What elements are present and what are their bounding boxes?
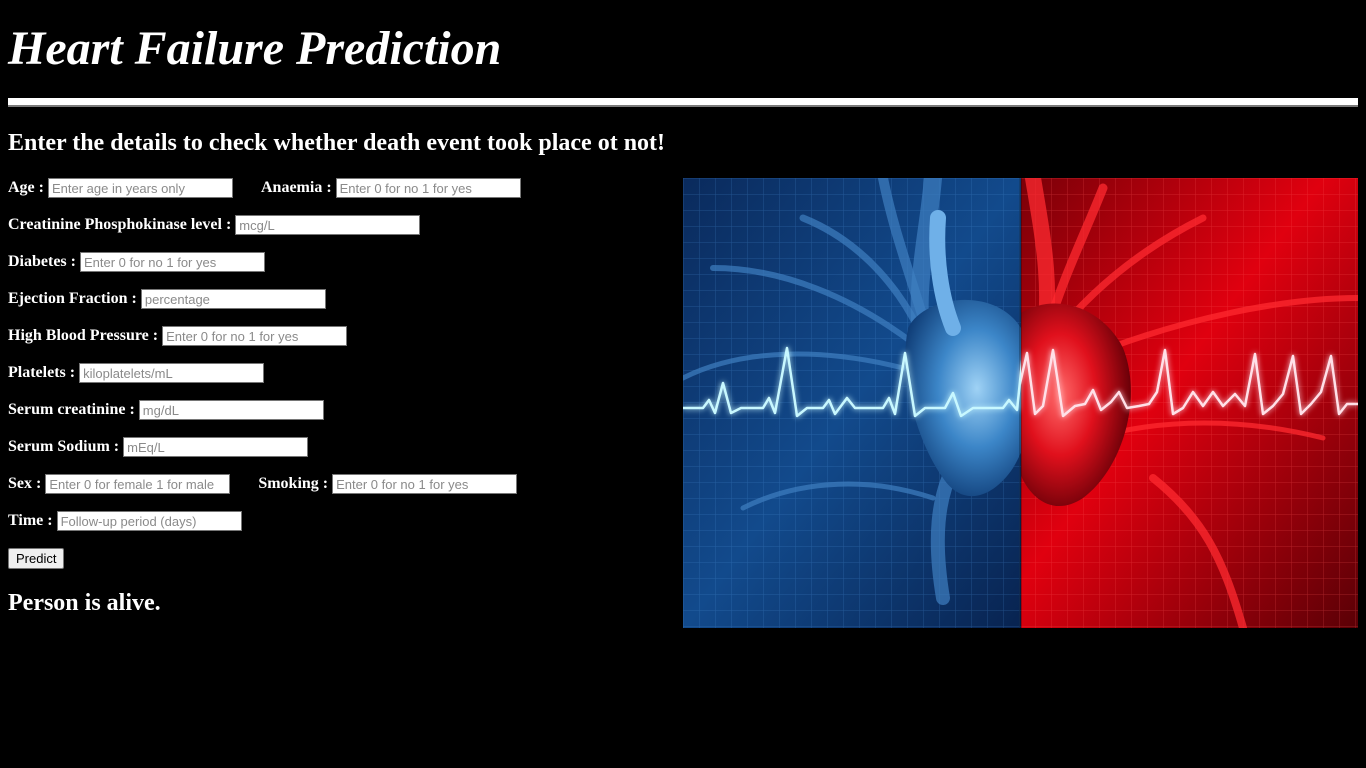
anaemia-input[interactable] [335, 178, 521, 198]
serum-creatinine-label: Serum creatinine : [8, 401, 135, 418]
page: Heart Failure Prediction Enter the detai… [0, 0, 1366, 768]
smoking-label: Smoking : [258, 475, 329, 492]
row-hbp: High Blood Pressure : [8, 325, 521, 347]
sex-input[interactable] [45, 474, 231, 494]
predict-button[interactable]: Predict [8, 547, 65, 569]
row-age-anaemia: Age : Anaemia : [8, 177, 521, 199]
sex-label: Sex : [8, 475, 42, 492]
page-subtitle: Enter the details to check whether death… [8, 130, 666, 156]
ejection-fraction-input[interactable] [140, 289, 326, 309]
serum-sodium-input[interactable] [123, 437, 309, 457]
row-sodium: Serum Sodium : [8, 436, 521, 458]
smoking-input[interactable] [332, 474, 518, 494]
high-blood-pressure-input[interactable] [162, 326, 348, 346]
platelets-label: Platelets : [8, 364, 76, 381]
cpk-input[interactable] [235, 215, 421, 235]
row-diabetes: Diabetes : [8, 251, 521, 273]
time-label: Time : [8, 512, 53, 529]
serum-sodium-label: Serum Sodium : [8, 438, 120, 455]
heart-ecg-graphic [683, 178, 1358, 628]
row-ejection: Ejection Fraction : [8, 288, 521, 310]
row-cpk: Creatinine Phosphokinase level : [8, 214, 521, 236]
heart-ecg-image [683, 178, 1358, 628]
prediction-result: Person is alive. [8, 590, 161, 616]
cpk-label: Creatinine Phosphokinase level : [8, 216, 232, 233]
row-sex-smoking: Sex : Smoking : [8, 473, 521, 495]
row-creatinine: Serum creatinine : [8, 399, 521, 421]
anaemia-label: Anaemia : [260, 179, 332, 196]
row-time: Time : [8, 510, 521, 532]
row-submit: Predict [8, 547, 521, 569]
serum-creatinine-input[interactable] [138, 400, 324, 420]
age-input[interactable] [47, 178, 233, 198]
row-platelets: Platelets : [8, 362, 521, 384]
header-divider [8, 98, 1358, 107]
page-title: Heart Failure Prediction [8, 22, 502, 75]
diabetes-label: Diabetes : [8, 253, 76, 270]
diabetes-input[interactable] [79, 252, 265, 272]
high-blood-pressure-label: High Blood Pressure : [8, 327, 159, 344]
time-input[interactable] [56, 511, 242, 531]
prediction-form: Age : Anaemia : Creatinine Phosphokinase… [8, 177, 521, 584]
ejection-fraction-label: Ejection Fraction : [8, 290, 137, 307]
age-label: Age : [8, 179, 44, 196]
platelets-input[interactable] [79, 363, 265, 383]
